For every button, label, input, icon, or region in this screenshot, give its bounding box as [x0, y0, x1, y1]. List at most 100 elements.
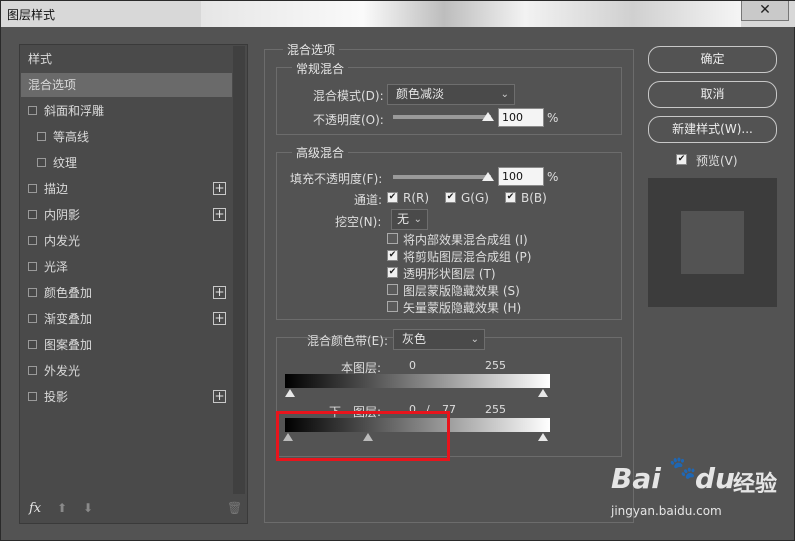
this-layer-black-stop[interactable]	[285, 389, 295, 397]
styles-panel-footer: fx ⬆ ⬇ 🗑	[21, 497, 246, 523]
style-item[interactable]: 混合选项	[21, 73, 232, 97]
knockout-select[interactable]: 无 ⌄	[391, 209, 428, 230]
advanced-option-label: 透明形状图层 (T)	[403, 267, 496, 281]
new-style-button[interactable]: 新建样式(W)...	[648, 116, 777, 143]
add-effect-icon[interactable]: +	[213, 312, 226, 325]
style-item-checkbox[interactable]	[28, 392, 37, 401]
watermark-brand-c: 经验	[733, 472, 778, 497]
channel-checkbox[interactable]: ✔	[445, 192, 456, 203]
style-item[interactable]: 样式	[21, 47, 232, 71]
advanced-option-checkbox[interactable]	[387, 301, 398, 312]
style-item[interactable]: 渐变叠加 +	[21, 307, 232, 331]
opacity-slider-thumb[interactable]	[482, 112, 494, 121]
fx-icon[interactable]: fx	[29, 501, 41, 516]
advanced-option-checkbox[interactable]: ✔	[387, 250, 398, 261]
style-item-checkbox[interactable]	[28, 340, 37, 349]
delete-icon[interactable]: 🗑	[227, 501, 242, 515]
style-item-label: 斜面和浮雕	[44, 104, 105, 118]
blend-if-value: 灰色	[402, 332, 427, 346]
this-layer-high: 255	[485, 359, 506, 372]
add-effect-icon[interactable]: +	[213, 208, 226, 221]
style-item-checkbox[interactable]	[28, 366, 37, 375]
fill-opacity-input[interactable]: 100	[498, 167, 544, 186]
this-layer-gradient	[285, 374, 550, 388]
cancel-button[interactable]: 取消	[648, 81, 777, 108]
this-layer-white-stop[interactable]	[538, 389, 548, 397]
title-bar: 图层样式 ✕	[1, 1, 795, 27]
add-effect-icon[interactable]: +	[213, 286, 226, 299]
advanced-blending-title: 高级混合	[292, 144, 349, 161]
style-item-label: 样式	[28, 52, 53, 66]
this-layer-low: 0	[409, 359, 416, 372]
annotation-highlight-box	[276, 411, 450, 461]
style-item-checkbox[interactable]	[28, 210, 37, 219]
style-item-label: 混合选项	[28, 78, 77, 92]
opacity-input[interactable]: 100	[498, 108, 544, 127]
blend-if-select[interactable]: 灰色 ⌄	[393, 329, 485, 350]
style-item-checkbox[interactable]	[28, 314, 37, 323]
fill-opacity-slider-thumb[interactable]	[482, 172, 494, 181]
advanced-option-label: 矢量蒙版隐藏效果 (H)	[403, 301, 522, 315]
style-item-label: 外发光	[44, 364, 81, 378]
opacity-label: 不透明度(O):	[313, 113, 384, 127]
style-item-checkbox[interactable]	[28, 288, 37, 297]
style-item-label: 渐变叠加	[44, 312, 93, 326]
channel-checkbox[interactable]: ✔	[387, 192, 398, 203]
style-item-checkbox[interactable]	[37, 158, 46, 167]
watermark-brand-b: du	[695, 462, 735, 495]
add-effect-icon[interactable]: +	[213, 182, 226, 195]
style-item-checkbox[interactable]	[28, 184, 37, 193]
channel-label: R(R)	[403, 191, 430, 205]
move-down-icon[interactable]: ⬇	[83, 501, 93, 515]
style-item-checkbox[interactable]	[37, 132, 46, 141]
baidu-jingyan-watermark: Bai 🐾 du 经验 jingyan.baidu.com	[611, 456, 791, 526]
general-blending-title: 常规混合	[292, 60, 349, 77]
fill-opacity-slider-track[interactable]	[393, 175, 491, 179]
style-list: 样式混合选项斜面和浮雕等高线纹理描边 + 内阴影 + 内发光光泽颜色叠加 + 渐变叠加 + 图案…	[21, 46, 232, 494]
style-item-label: 投影	[44, 390, 69, 404]
blend-mode-select[interactable]: 颜色减淡 ⌄	[387, 84, 515, 105]
style-item[interactable]: 纹理	[21, 151, 232, 175]
style-item-checkbox[interactable]	[28, 262, 37, 271]
style-item[interactable]: 等高线	[21, 125, 232, 149]
channel-checkbox[interactable]: ✔	[505, 192, 516, 203]
style-item[interactable]: 内阴影 +	[21, 203, 232, 227]
ok-button[interactable]: 确定	[648, 46, 777, 73]
advanced-option-checkbox[interactable]	[387, 284, 398, 295]
opacity-percent: %	[547, 111, 559, 125]
move-up-icon[interactable]: ⬆	[57, 501, 67, 515]
chevron-down-icon: ⌄	[470, 334, 479, 345]
knockout-value: 无	[397, 212, 410, 226]
style-item[interactable]: 外发光	[21, 359, 232, 383]
style-item[interactable]: 图案叠加	[21, 333, 232, 357]
style-item[interactable]: 描边 +	[21, 177, 232, 201]
style-item[interactable]: 颜色叠加 +	[21, 281, 232, 305]
style-item-label: 内发光	[44, 234, 81, 248]
style-item[interactable]: 光泽	[21, 255, 232, 279]
opacity-slider-track[interactable]	[393, 115, 491, 119]
channel-label: B(B)	[521, 191, 547, 205]
preview-label: 预览(V)	[696, 154, 738, 168]
style-list-scrollbar[interactable]	[233, 46, 245, 494]
advanced-option-checkbox[interactable]	[387, 233, 398, 244]
close-button[interactable]: ✕	[741, 1, 789, 21]
style-item-label: 图案叠加	[44, 338, 93, 352]
background-photo-strip	[201, 1, 741, 27]
knockout-label: 挖空(N):	[335, 215, 382, 229]
style-item[interactable]: 内发光	[21, 229, 232, 253]
preview-checkbox[interactable]: ✔	[676, 154, 687, 165]
blend-options-title: 混合选项	[283, 41, 340, 58]
style-item[interactable]: 投影 +	[21, 385, 232, 409]
style-item-checkbox[interactable]	[28, 236, 37, 245]
blend-mode-value: 颜色减淡	[396, 87, 445, 101]
style-item-checkbox[interactable]	[28, 106, 37, 115]
underlying-white-stop[interactable]	[538, 433, 548, 441]
style-item-label: 光泽	[44, 260, 69, 274]
style-item-label: 颜色叠加	[44, 286, 93, 300]
advanced-option-checkbox[interactable]: ✔	[387, 267, 398, 278]
add-effect-icon[interactable]: +	[213, 390, 226, 403]
style-item-label: 纹理	[53, 156, 78, 170]
style-item[interactable]: 斜面和浮雕	[21, 99, 232, 123]
underlying-high: 255	[485, 403, 506, 416]
dialog-title: 图层样式	[7, 8, 56, 22]
